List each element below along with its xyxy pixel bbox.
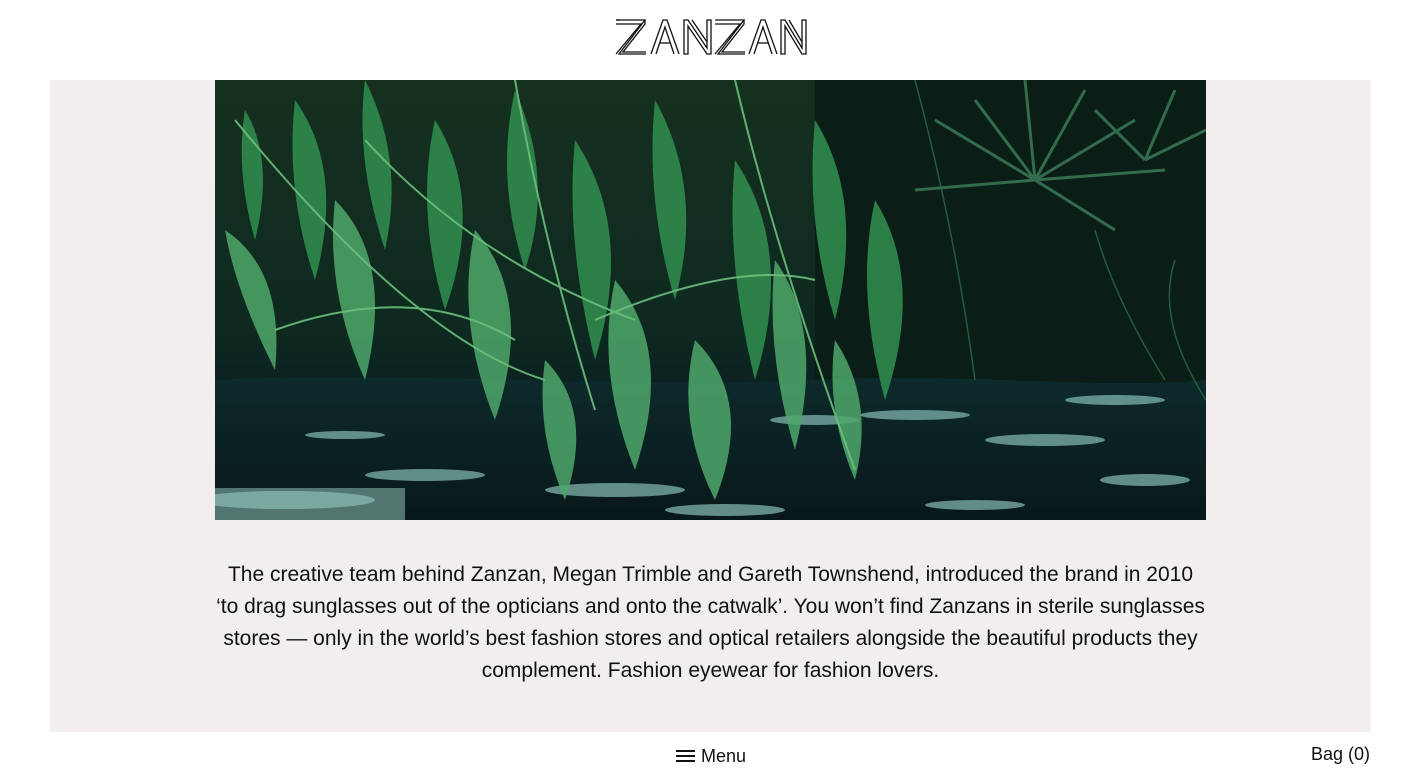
menu-label: Menu <box>701 745 747 766</box>
jungle-river-photo-icon <box>215 80 1206 520</box>
hero-image <box>215 80 1206 520</box>
site-footer-bar: Menu Bag (0) <box>0 732 1421 781</box>
site-header <box>0 0 1421 80</box>
bag-link[interactable]: Bag (0) <box>1311 744 1370 765</box>
zanzan-logo-icon <box>615 19 807 55</box>
brand-intro-text: The creative team behind Zanzan, Megan T… <box>216 563 1205 682</box>
hamburger-icon <box>676 750 695 762</box>
menu-button[interactable]: Menu <box>676 744 746 768</box>
brand-logo[interactable] <box>615 18 807 56</box>
